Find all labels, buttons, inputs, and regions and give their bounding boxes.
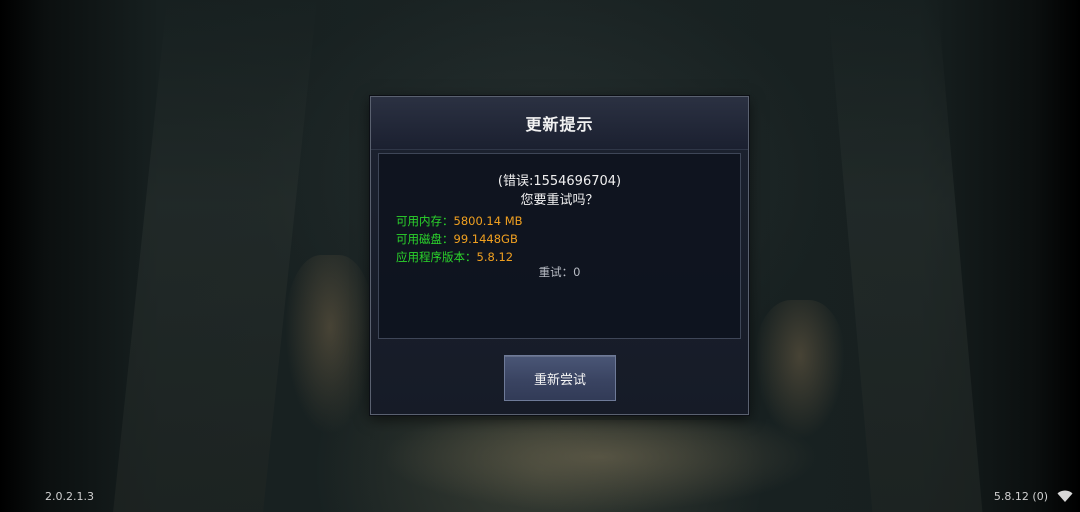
app-version-value: 5.8.12 xyxy=(476,250,514,264)
game-screen: 更新提示 (错误:1554696704) 您要重试吗？ 可用内存：5800.14… xyxy=(0,0,1080,512)
app-version-status-text: 5.8.12 (0) xyxy=(993,490,1048,503)
available-memory-label: 可用内存： xyxy=(396,214,454,228)
available-memory-row: 可用内存：5800.14 MB xyxy=(396,213,523,229)
app-version-row: 应用程序版本：5.8.12 xyxy=(396,249,513,265)
background-figures xyxy=(380,420,820,512)
available-memory-value: 5800.14 MB xyxy=(453,214,523,228)
background-statue-right xyxy=(755,300,845,440)
app-version-label: 应用程序版本： xyxy=(396,250,477,264)
available-disk-row: 可用磁盘：99.1448GB xyxy=(396,231,518,247)
retry-count-text: 重试：0 xyxy=(538,265,581,279)
dialog-content-panel: (错误:1554696704) 您要重试吗？ 可用内存：5800.14 MB 可… xyxy=(378,153,741,339)
error-code-text: (错误:1554696704) xyxy=(497,174,622,189)
available-disk-value: 99.1448GB xyxy=(453,232,518,246)
dialog-title: 更新提示 xyxy=(525,115,594,134)
wifi-icon xyxy=(1057,490,1073,502)
client-version-text: 2.0.2.1.3 xyxy=(45,490,94,503)
retry-button[interactable]: 重新尝试 xyxy=(504,355,616,401)
update-dialog: 更新提示 (错误:1554696704) 您要重试吗？ 可用内存：5800.14… xyxy=(370,96,749,415)
dialog-header: 更新提示 xyxy=(371,97,748,150)
available-disk-label: 可用磁盘： xyxy=(396,232,454,246)
retry-question-text: 您要重试吗？ xyxy=(520,193,599,208)
background-pillar-right xyxy=(827,0,983,512)
background-statue-left xyxy=(285,255,375,435)
background-pillar-left xyxy=(113,0,317,512)
